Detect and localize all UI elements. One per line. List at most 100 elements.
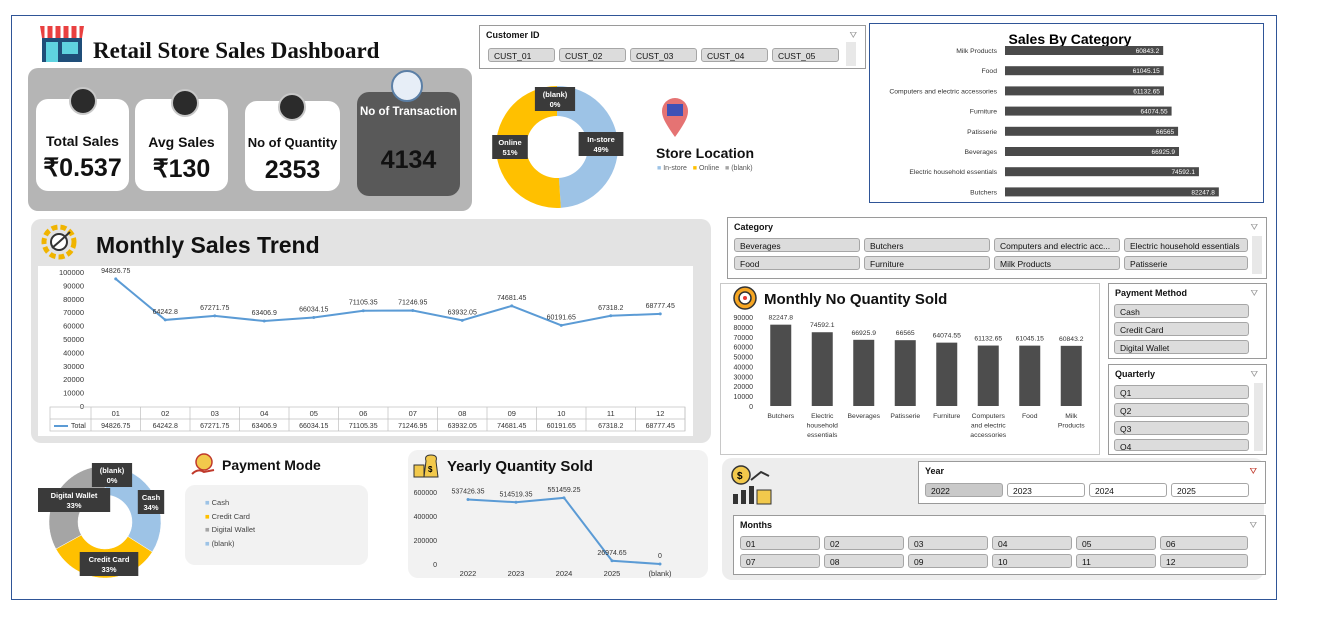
category-item[interactable]: Furniture [864,256,990,270]
month-item[interactable]: 12 [1160,554,1248,568]
customer-item[interactable]: CUST_05 [772,48,839,62]
category-tick-label: Furniture [970,109,997,116]
quarterly-slicer[interactable]: Quarterly ⛛ Q1 Q2 Q3 Q4 [1108,364,1267,455]
x-tick-label: 06 [359,409,367,418]
y-tick-label: 20000 [63,375,84,384]
data-label: 67318.2 [598,305,623,312]
yearly-qty-title: Yearly Quantity Sold [447,458,593,475]
customer-item[interactable]: CUST_04 [701,48,768,62]
data-label: 67271.75 [200,305,229,312]
y-tick-label: 80000 [734,325,754,332]
category-item[interactable]: Milk Products [994,256,1120,270]
bar-value-label: 64074.55 [1140,109,1167,116]
clear-filter-icon[interactable]: ⛛ [1250,369,1258,380]
customer-item[interactable]: CUST_01 [488,48,555,62]
clear-filter-icon[interactable]: ⛛ [1249,520,1257,531]
category-item[interactable]: Food [734,256,860,270]
months-slicer[interactable]: Months ⛛ 01 02 03 04 05 06 07 08 09 10 1… [733,515,1266,575]
month-item[interactable]: 05 [1076,536,1156,550]
clear-filter-icon[interactable]: ⛛ [1250,288,1258,299]
data-label: 514519.35 [499,491,532,498]
month-item[interactable]: 08 [824,554,904,568]
category-item[interactable]: Beverages [734,238,860,252]
clear-filter-icon[interactable]: ⛛ [1250,222,1258,233]
y-tick-label: 10000 [734,394,754,401]
data-table-value: 66034.15 [299,423,328,430]
payment-item[interactable]: Cash [1114,304,1249,318]
month-item[interactable]: 09 [908,554,988,568]
legend-label: Digital Wallet [211,525,256,534]
svg-text:Credit Card: Credit Card [89,555,130,564]
quarter-item[interactable]: Q3 [1114,421,1249,435]
customer-item[interactable]: CUST_02 [559,48,626,62]
payment-item[interactable]: Digital Wallet [1114,340,1249,354]
transaction-report-icon [391,70,423,102]
year-slicer[interactable]: Year ⛛ 2022 2023 2024 2025 [918,461,1266,504]
payment-method-slicer[interactable]: Payment Method ⛛ Cash Credit Card Digita… [1108,283,1267,359]
monthly-trend-title: Monthly Sales Trend [96,232,320,258]
payment-item[interactable]: Credit Card [1114,322,1249,336]
category-item[interactable]: Electric household essentials [1124,238,1248,252]
category-item[interactable]: Computers and electric acc... [994,238,1120,252]
growth-chart-icon [171,89,199,117]
y-tick-label: 60000 [734,345,754,352]
category-item[interactable]: Patisserie [1124,256,1248,270]
target-gear-icon [38,222,80,262]
month-item[interactable]: 07 [740,554,820,568]
category-tick-label: Beverages [965,149,998,156]
data-label: 64242.8 [153,309,178,316]
bar-value-label: 82247.8 [1191,189,1215,196]
store-location-title: Store Location [656,145,755,161]
quarter-item[interactable]: Q4 [1114,439,1249,451]
y-tick-label: 400000 [414,514,437,521]
money-hand-icon [190,452,217,478]
month-item[interactable]: 06 [1160,536,1248,550]
category-slicer[interactable]: Category ⛛ Beverages Butchers Computers … [727,217,1267,279]
month-item[interactable]: 01 [740,536,820,550]
bar-value-label: 82247.8 [768,315,793,322]
x-tick-label: 2024 [556,569,573,578]
data-table-value: 63932.05 [448,423,477,430]
x-tick-label: 12 [656,409,664,418]
quarter-item[interactable]: Q2 [1114,403,1249,417]
slicer-scrollbar[interactable] [1254,383,1263,451]
x-tick-label: Furniture [933,413,960,420]
month-item[interactable]: 10 [992,554,1072,568]
data-table-value: 67271.75 [200,423,229,430]
month-item[interactable]: 04 [992,536,1072,550]
clear-filter-icon[interactable]: ⛛ [1249,466,1257,477]
y-tick-label: 90000 [63,281,84,290]
category-item[interactable]: Butchers [864,238,990,252]
year-item[interactable]: 2023 [1007,483,1085,497]
year-item[interactable]: 2024 [1089,483,1167,497]
x-tick-label: (blank) [649,569,672,578]
svg-text:33%: 33% [66,501,81,510]
sales-chart-icon [69,87,97,115]
year-item[interactable]: 2022 [925,483,1003,497]
kpi-label: No of Transaction [359,106,458,118]
slicer-scrollbar[interactable] [1252,236,1262,274]
y-tick-label: 50000 [734,355,754,362]
month-item[interactable]: 11 [1076,554,1156,568]
clear-filter-icon[interactable]: ⛛ [849,30,857,41]
bar-value-label: 60843.2 [1136,48,1160,55]
year-item[interactable]: 2025 [1171,483,1249,497]
customer-item[interactable]: CUST_03 [630,48,697,62]
svg-text:33%: 33% [101,565,116,574]
y-tick-label: 100000 [59,268,84,277]
x-tick-label: 2023 [508,569,525,578]
month-item[interactable]: 02 [824,536,904,550]
svg-text:Cash: Cash [142,493,161,502]
slicer-scrollbar[interactable] [846,42,856,66]
month-item[interactable]: 03 [908,536,988,550]
store-location-donut: (blank)0%Online51%In-store49% [492,86,624,209]
data-table-value: 71246.95 [398,423,427,430]
x-tick-label: accessories [970,432,1006,439]
customer-id-slicer[interactable]: Customer ID ⛛ CUST_01 CUST_02 CUST_03 CU… [479,25,866,69]
data-label: Credit Card33% [79,552,139,576]
bar-value-label: 61045.15 [1016,336,1045,343]
quarter-item[interactable]: Q1 [1114,385,1249,399]
data-table-value: 74681.45 [497,423,526,430]
data-label: 26974.65 [597,550,626,557]
quantity-bar [894,340,916,406]
